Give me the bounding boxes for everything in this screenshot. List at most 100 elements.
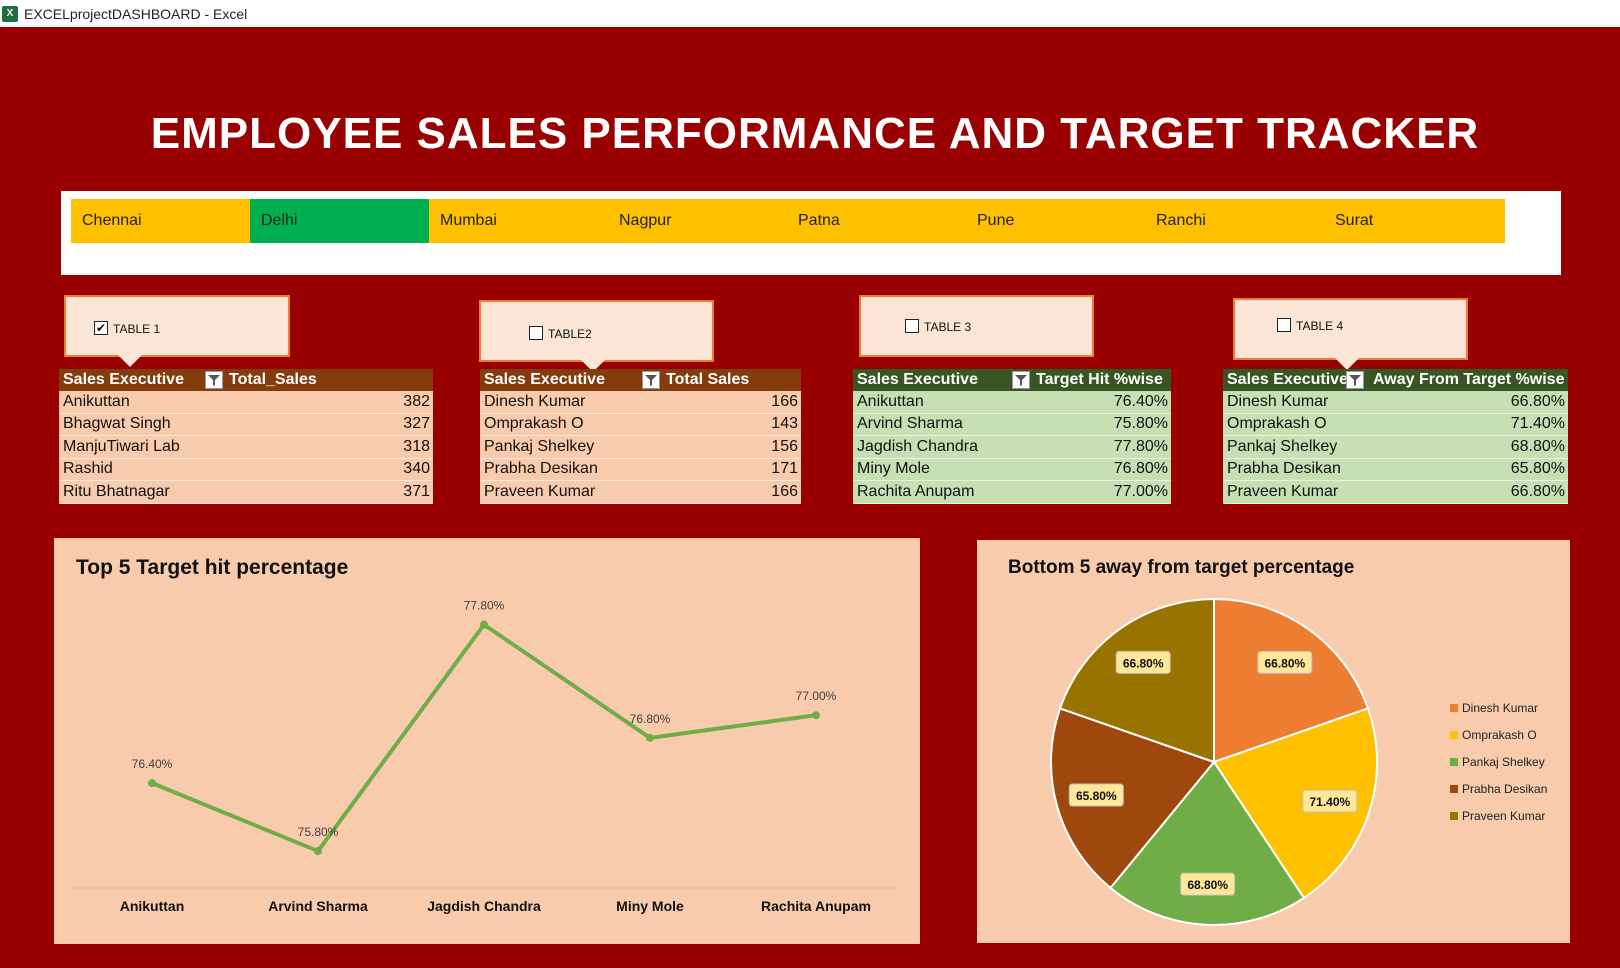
table-row: Praveen Kumar 66.80% [1223,481,1568,504]
cell-value: 71.40% [1510,415,1565,433]
callout-table-1: ✔ TABLE 1 [64,295,290,367]
slicer-item-chennai[interactable]: Chennai [71,199,252,243]
table-row: Pankaj Shelkey 156 [480,436,801,459]
x-tick-label: Rachita Anupam [761,898,871,914]
line-chart-panel[interactable]: Top 5 Target hit percentage 76.40% Anikut… [54,538,920,944]
slicer-item-patna[interactable]: Patna [787,199,968,243]
data-label: 71.40% [1309,795,1350,809]
cell-name: Dinesh Kumar [1227,392,1329,410]
cell-name: Anikuttan [63,392,130,410]
slicer-item-mumbai[interactable]: Mumbai [429,199,610,243]
cell-name: Omprakash O [1227,415,1327,433]
table-1: Sales Executive Total_Sales Anikuttan 382… [59,369,433,504]
data-point [480,620,488,629]
line-chart: 76.40% Anikuttan 75.80% Arvind Sharma 77.80%… [69,599,899,914]
table-2-checkbox[interactable] [529,326,543,340]
callout-pointer [118,355,142,367]
cell-value: 76.80% [1113,460,1168,478]
header-target-hit: Target Hit %wise [1036,371,1163,388]
slicer-item-surat[interactable]: Surat [1324,199,1505,243]
cell-name: Ritu Bhatnagar [63,482,170,500]
table-header: Sales Executive Target Hit %wise [853,369,1171,391]
window-title: EXCELprojectDASHBOARD - Excel [24,5,248,22]
table-row: Omprakash O 71.40% [1223,413,1568,436]
cell-name: Praveen Kumar [484,482,596,500]
table-row: Miny Mole 76.80% [853,458,1171,481]
cell-name: Arvind Sharma [857,415,963,433]
filter-icon[interactable] [642,371,660,389]
legend-swatch [1450,785,1458,793]
table-row: Omprakash O 143 [480,413,801,436]
filter-icon[interactable] [1012,371,1030,389]
legend-swatch [1450,812,1458,820]
dashboard-title: EMPLOYEE SALES PERFORMANCE AND TARGET TR… [150,109,1480,158]
legend-label: Praveen Kumar [1462,809,1545,823]
legend-label: Omprakash O [1462,728,1537,742]
table-row: ManjuTiwari Lab 318 [59,436,433,459]
header-total-sales: Total Sales [666,371,750,388]
pie-chart-panel[interactable]: Bottom 5 away from target percentage 66.… [977,540,1570,943]
table-row: Prabha Desikan 171 [480,458,801,481]
x-tick-label: Jagdish Chandra [427,898,541,914]
cell-value: 318 [403,437,430,455]
header-sales-executive: Sales Executive [484,371,605,388]
cell-name: Rachita Anupam [857,482,975,500]
cell-name: Prabha Desikan [484,460,598,478]
table-row: Prabha Desikan 65.80% [1223,458,1568,481]
cell-value: 77.00% [1113,482,1168,500]
table-row: Pankaj Shelkey 68.80% [1223,436,1568,459]
table-3-checkbox[interactable] [905,319,919,333]
cell-value: 166 [771,482,798,500]
cell-value: 382 [403,392,430,410]
x-tick-label: Arvind Sharma [268,898,368,914]
data-point [314,847,322,856]
cell-value: 371 [403,482,430,500]
cell-name: Miny Mole [857,460,930,478]
table-2: Sales Executive Total Sales Dinesh Kumar… [480,369,801,504]
header-away-from-target: Away From Target %wise [1373,371,1565,388]
table-row: Bhagwat Singh 327 [59,413,433,436]
table-1-checkbox[interactable]: ✔ [94,321,108,335]
cell-value: 66.80% [1510,482,1565,500]
table-2-label: TABLE2 [548,327,592,341]
cell-value: 66.80% [1510,392,1565,410]
table-4-checkbox[interactable] [1277,318,1291,332]
dashboard-canvas: EMPLOYEE SALES PERFORMANCE AND TARGET TR… [0,27,1620,968]
table-3: Sales Executive Target Hit %wise Anikutt… [853,369,1171,504]
cell-value: 77.80% [1113,437,1168,455]
cell-value: 68.80% [1510,437,1565,455]
excel-icon: X [2,5,18,22]
data-point [646,733,654,742]
table-row: Dinesh Kumar 166 [480,391,801,414]
data-label: 65.80% [1076,789,1117,803]
filter-icon[interactable] [1346,371,1364,389]
slicer-item-ranchi[interactable]: Ranchi [1145,199,1326,243]
data-label: 75.80% [298,825,339,839]
filter-icon[interactable] [205,371,223,389]
table-row: Ritu Bhatnagar 371 [59,481,433,504]
cell-name: Dinesh Kumar [484,392,586,410]
cell-name: Prabha Desikan [1227,460,1341,478]
slicer-item-pune[interactable]: Pune [966,199,1147,243]
data-label: 66.80% [1264,656,1305,670]
series-line [151,622,817,854]
slicer-item-delhi[interactable]: Delhi [250,199,431,243]
city-slicer: Chennai Delhi Mumbai Nagpur Patna Pune R… [61,191,1561,275]
header-sales-executive: Sales Executive [1227,371,1348,388]
cell-name: Rashid [63,460,113,478]
cell-value: 156 [771,437,798,455]
slicer-item-nagpur[interactable]: Nagpur [608,199,789,243]
pie-chart: 66.80% 71.40% 68.80% 65.80% 66.80% Dinesh Kum… [1050,597,1547,926]
callout-table-3: TABLE 3 [859,295,1094,357]
x-tick-label: Anikuttan [120,898,185,914]
x-tick-label: Miny Mole [616,898,684,914]
data-point [812,711,820,720]
cell-name: Omprakash O [484,415,584,433]
table-row: Anikuttan 382 [59,391,433,414]
cell-name: ManjuTiwari Lab [63,437,180,455]
cell-value: 143 [771,415,798,433]
cell-name: Praveen Kumar [1227,482,1339,500]
legend-swatch [1450,704,1458,712]
callout-table-4: TABLE 4 [1233,298,1468,370]
table-1-label: TABLE 1 [113,322,161,336]
